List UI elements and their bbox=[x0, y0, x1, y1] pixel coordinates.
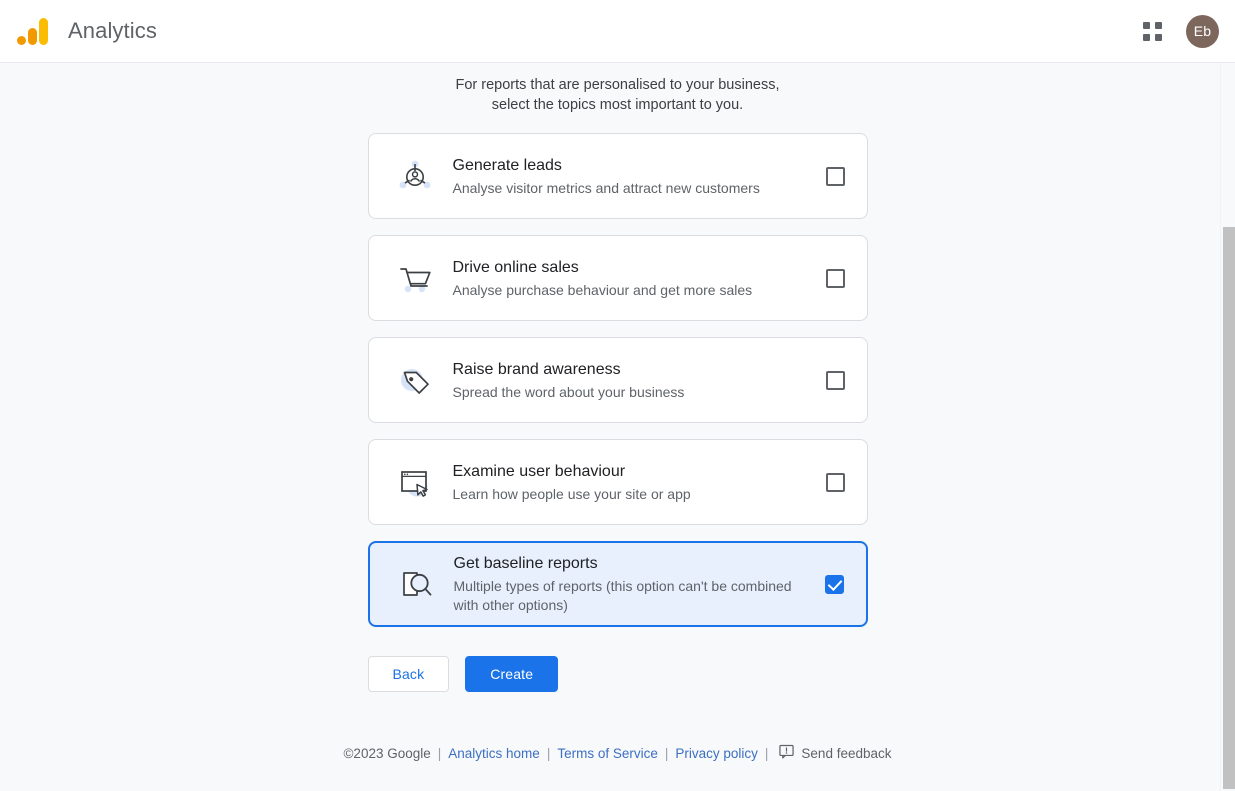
app-header: Analytics Eb bbox=[0, 0, 1235, 63]
card-text: Get baseline reports Multiple types of r… bbox=[454, 553, 825, 615]
send-feedback-label: Send feedback bbox=[801, 745, 892, 761]
price-tag-icon bbox=[389, 354, 441, 406]
card-text: Examine user behaviour Learn how people … bbox=[453, 461, 826, 504]
card-title: Examine user behaviour bbox=[452, 462, 626, 480]
vertical-scrollbar-thumb[interactable] bbox=[1223, 227, 1235, 789]
topic-checkbox-raise-brand-awareness[interactable] bbox=[825, 370, 845, 390]
brand[interactable]: Analytics bbox=[14, 12, 157, 50]
logo-bar-tall bbox=[39, 18, 48, 45]
topic-card-raise-brand-awareness[interactable]: Raise brand awareness Spread the word ab… bbox=[367, 337, 868, 423]
intro-line-1: For reports that are personalised to you… bbox=[455, 77, 780, 93]
copyright-text: ©2023 Google bbox=[343, 745, 431, 761]
card-description: Analyse purchase behaviour and get more … bbox=[452, 281, 753, 298]
browser-cursor-icon bbox=[389, 456, 441, 508]
card-title: Drive online sales bbox=[452, 258, 579, 276]
back-button[interactable]: Back bbox=[367, 656, 450, 692]
apps-grid-dot bbox=[1142, 21, 1150, 29]
topic-checkbox-get-baseline-reports[interactable] bbox=[824, 574, 844, 594]
apps-grid-dot bbox=[1142, 33, 1150, 41]
footer-separator: | bbox=[437, 745, 442, 761]
topic-card-get-baseline-reports[interactable]: Get baseline reports Multiple types of r… bbox=[367, 541, 868, 627]
topic-checkbox-examine-user-behaviour[interactable] bbox=[825, 472, 845, 492]
google-analytics-logo bbox=[14, 12, 52, 50]
logo-dot bbox=[17, 36, 26, 45]
topic-checkbox-generate-leads[interactable] bbox=[825, 166, 845, 186]
footer-separator: | bbox=[664, 745, 669, 761]
topic-checkbox-drive-online-sales[interactable] bbox=[825, 268, 845, 288]
footer-separator: | bbox=[764, 745, 769, 761]
avatar[interactable]: Eb bbox=[1186, 14, 1219, 48]
intro-text: For reports that are personalised to you… bbox=[456, 75, 780, 115]
header-actions: Eb bbox=[1132, 11, 1219, 51]
main-scroll-area: For reports that are personalised to you… bbox=[0, 63, 1235, 791]
terms-of-service-link[interactable]: Terms of Service bbox=[557, 746, 658, 761]
logo-bar-medium bbox=[28, 28, 37, 45]
card-text: Generate leads Analyse visitor metrics a… bbox=[453, 155, 826, 198]
generate-leads-icon bbox=[389, 150, 441, 202]
form-actions: Back Create bbox=[367, 656, 868, 692]
apps-grid-dot bbox=[1154, 33, 1162, 41]
card-title: Raise brand awareness bbox=[452, 360, 621, 378]
document-search-icon bbox=[390, 558, 442, 610]
card-description: Learn how people use your site or app bbox=[452, 485, 691, 502]
footer-separator: | bbox=[546, 745, 551, 761]
feedback-bubble-icon bbox=[779, 744, 795, 762]
topic-card-list: Generate leads Analyse visitor metrics a… bbox=[367, 133, 868, 627]
topic-card-drive-online-sales[interactable]: Drive online sales Analyse purchase beha… bbox=[367, 235, 868, 321]
card-text: Raise brand awareness Spread the word ab… bbox=[453, 359, 826, 402]
shopping-cart-icon bbox=[389, 252, 441, 304]
vertical-scrollbar-track[interactable] bbox=[1220, 63, 1235, 791]
apps-grid-dot bbox=[1154, 21, 1162, 29]
setup-content: For reports that are personalised to you… bbox=[0, 63, 1235, 762]
card-description: Analyse visitor metrics and attract new … bbox=[452, 179, 760, 196]
app-title: Analytics bbox=[68, 18, 157, 43]
create-button[interactable]: Create bbox=[465, 656, 559, 692]
card-title: Generate leads bbox=[452, 156, 562, 174]
card-description: Multiple types of reports (this option c… bbox=[453, 578, 792, 613]
topic-card-examine-user-behaviour[interactable]: Examine user behaviour Learn how people … bbox=[367, 439, 868, 525]
footer: ©2023 Google | Analytics home | Terms of… bbox=[343, 744, 892, 762]
send-feedback-button[interactable]: Send feedback bbox=[779, 744, 892, 762]
card-title: Get baseline reports bbox=[453, 555, 598, 572]
intro-line-2: select the topics most important to you. bbox=[491, 97, 744, 113]
card-text: Drive online sales Analyse purchase beha… bbox=[453, 257, 826, 300]
apps-grid-icon[interactable] bbox=[1132, 11, 1172, 51]
analytics-home-link[interactable]: Analytics home bbox=[448, 746, 540, 761]
topic-card-generate-leads[interactable]: Generate leads Analyse visitor metrics a… bbox=[367, 133, 868, 219]
privacy-policy-link[interactable]: Privacy policy bbox=[675, 746, 758, 761]
card-description: Spread the word about your business bbox=[452, 383, 685, 400]
